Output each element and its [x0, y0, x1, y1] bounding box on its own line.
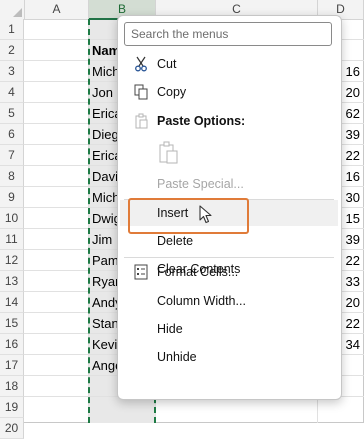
- row-header[interactable]: 17: [0, 355, 24, 376]
- cell-d11[interactable]: 39: [340, 229, 360, 250]
- cell-d16[interactable]: 34: [340, 334, 360, 355]
- menu-item-format-cells[interactable]: Format Cells...: [120, 259, 338, 285]
- row-header[interactable]: 6: [0, 124, 24, 145]
- row-header[interactable]: 3: [0, 61, 24, 82]
- menu-item-column-width[interactable]: Column Width...: [120, 288, 338, 314]
- menu-item-label: Cut: [157, 57, 177, 71]
- row-header[interactable]: 7: [0, 145, 24, 166]
- menu-item-label: Column Width...: [157, 294, 246, 308]
- row-header[interactable]: 15: [0, 313, 24, 334]
- cell-d6[interactable]: 39: [340, 124, 360, 145]
- menu-item-paste-options: Paste Options:: [120, 108, 338, 134]
- cell-d13[interactable]: 33: [340, 271, 360, 292]
- row-header[interactable]: 12: [0, 250, 24, 271]
- row-header[interactable]: 20: [0, 418, 24, 439]
- row-header[interactable]: 9: [0, 187, 24, 208]
- cell-d14[interactable]: 20: [340, 292, 360, 313]
- mouse-pointer-icon: [199, 205, 212, 224]
- cell-d15[interactable]: 22: [340, 313, 360, 334]
- menu-search-input[interactable]: [124, 22, 332, 46]
- menu-item-label: Paste Special...: [157, 177, 244, 191]
- cell-d4[interactable]: 20: [340, 82, 360, 103]
- menu-item-cut[interactable]: Cut: [120, 51, 338, 77]
- row-header[interactable]: 19: [0, 397, 24, 418]
- row-header[interactable]: 13: [0, 271, 24, 292]
- scissors-icon: [135, 56, 147, 72]
- cell-d12[interactable]: 22: [340, 250, 360, 271]
- clipboard-icon: [135, 113, 148, 129]
- row-header[interactable]: 5: [0, 103, 24, 124]
- row-header[interactable]: 2: [0, 40, 24, 61]
- menu-item-label: Unhide: [157, 350, 197, 364]
- copy-icon: [134, 84, 148, 100]
- paste-option-paste[interactable]: [120, 137, 338, 171]
- row-header[interactable]: 18: [0, 376, 24, 397]
- row-header[interactable]: 10: [0, 208, 24, 229]
- menu-item-label: Format Cells...: [157, 265, 239, 279]
- menu-item-label: Copy: [157, 85, 187, 99]
- cell-d10[interactable]: 15: [340, 208, 360, 229]
- row-header[interactable]: 4: [0, 82, 24, 103]
- row-header[interactable]: 1: [0, 19, 24, 40]
- menu-item-label: Hide: [157, 322, 183, 336]
- cell-d7[interactable]: 22: [340, 145, 360, 166]
- row-header[interactable]: 16: [0, 334, 24, 355]
- format-cells-icon: [134, 264, 148, 280]
- menu-item-hide[interactable]: Hide: [120, 316, 338, 342]
- menu-item-unhide[interactable]: Unhide: [120, 344, 338, 370]
- cell-d8[interactable]: 16: [340, 166, 360, 187]
- cell-d5[interactable]: 62: [340, 103, 360, 124]
- row-header[interactable]: 14: [0, 292, 24, 313]
- select-all-corner[interactable]: [0, 0, 25, 19]
- row-header[interactable]: 8: [0, 166, 24, 187]
- column-header-a[interactable]: A: [25, 0, 89, 19]
- menu-item-paste-special: Paste Special...: [120, 171, 338, 197]
- insert-highlight-outline: [128, 198, 249, 234]
- menu-separator: [124, 257, 334, 258]
- menu-item-copy[interactable]: Copy: [120, 79, 338, 105]
- paste-icon: [159, 141, 178, 164]
- row-header[interactable]: 11: [0, 229, 24, 250]
- menu-item-label: Paste Options:: [157, 114, 246, 128]
- cell-d9[interactable]: 30: [340, 187, 360, 208]
- cell-d3[interactable]: 16: [340, 61, 360, 82]
